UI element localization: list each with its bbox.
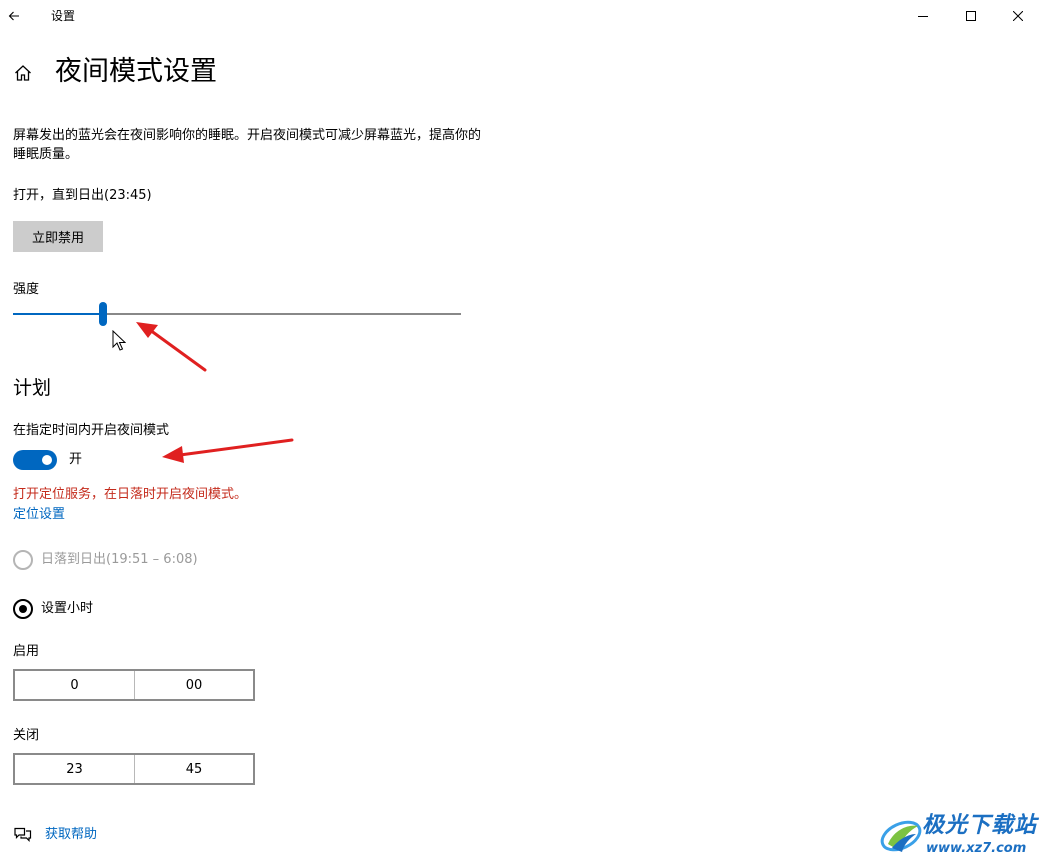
get-help-text[interactable]: 获取帮助 (45, 826, 97, 844)
radio-set-hours-label[interactable]: 设置小时 (41, 600, 93, 618)
close-button[interactable] (995, 0, 1041, 32)
minimize-button[interactable] (900, 0, 946, 32)
slider-thumb[interactable] (99, 302, 107, 326)
disable-now-button[interactable]: 立即禁用 (13, 221, 103, 252)
turn-off-hour[interactable]: 23 (15, 755, 134, 783)
watermark-title: 极光下载站 (922, 813, 1038, 838)
turn-on-label: 启用 (13, 644, 40, 659)
turn-on-time-picker[interactable]: 0 00 (13, 669, 255, 701)
turn-off-label: 关闭 (13, 728, 40, 743)
description-text: 屏幕发出的蓝光会在夜间影响你的睡眠。开启夜间模式可减少屏幕蓝光，提高你的睡眠质量… (13, 128, 482, 162)
watermark-url: www.xz7.com (926, 841, 1027, 856)
app-title: 设置 (51, 9, 76, 23)
page-title: 夜间模式设置 (55, 56, 217, 87)
maximize-icon (966, 11, 976, 21)
annotation-arrow-slider (136, 322, 207, 372)
mouse-cursor-icon (112, 330, 126, 351)
strength-slider[interactable] (13, 300, 461, 328)
turn-on-hour[interactable]: 0 (15, 671, 134, 699)
home-button[interactable] (10, 60, 36, 86)
home-icon (15, 65, 31, 81)
watermark: 极光下载站 www.xz7.com (878, 810, 1038, 862)
minimize-icon (918, 16, 928, 17)
strength-label: 强度 (13, 282, 40, 297)
turn-off-time-picker[interactable]: 23 45 (13, 753, 255, 785)
location-settings-link[interactable]: 定位设置 (13, 506, 65, 524)
close-icon (1013, 11, 1023, 21)
turn-off-minute[interactable]: 45 (134, 755, 253, 783)
back-button[interactable] (0, 0, 28, 32)
toggle-state-text: 开 (69, 452, 83, 467)
slider-fill (13, 313, 103, 315)
turn-on-minute[interactable]: 00 (134, 671, 253, 699)
schedule-toggle-label: 在指定时间内开启夜间模式 (13, 423, 170, 438)
get-help-link[interactable]: 获取帮助 (13, 826, 97, 844)
annotation-arrow-toggle (162, 438, 294, 463)
radio-sunset-label[interactable]: 日落到日出(19:51 – 6:08) (41, 551, 198, 569)
toggle-knob (42, 455, 52, 465)
watermark-logo (880, 820, 922, 852)
radio-sunset-to-sunrise[interactable] (13, 550, 33, 570)
radio-set-hours[interactable] (13, 599, 33, 619)
chat-bubbles-icon (13, 826, 33, 844)
schedule-heading: 计划 (13, 377, 52, 399)
radio-selected-dot (19, 605, 27, 613)
back-arrow-icon (8, 11, 19, 21)
location-warning: 打开定位服务，在日落时开启夜间模式。 (13, 487, 248, 502)
title-bar: 设置 (0, 0, 1041, 32)
maximize-button[interactable] (948, 0, 994, 32)
status-text: 打开，直到日出(23:45) (13, 188, 152, 203)
schedule-toggle[interactable] (13, 450, 57, 470)
